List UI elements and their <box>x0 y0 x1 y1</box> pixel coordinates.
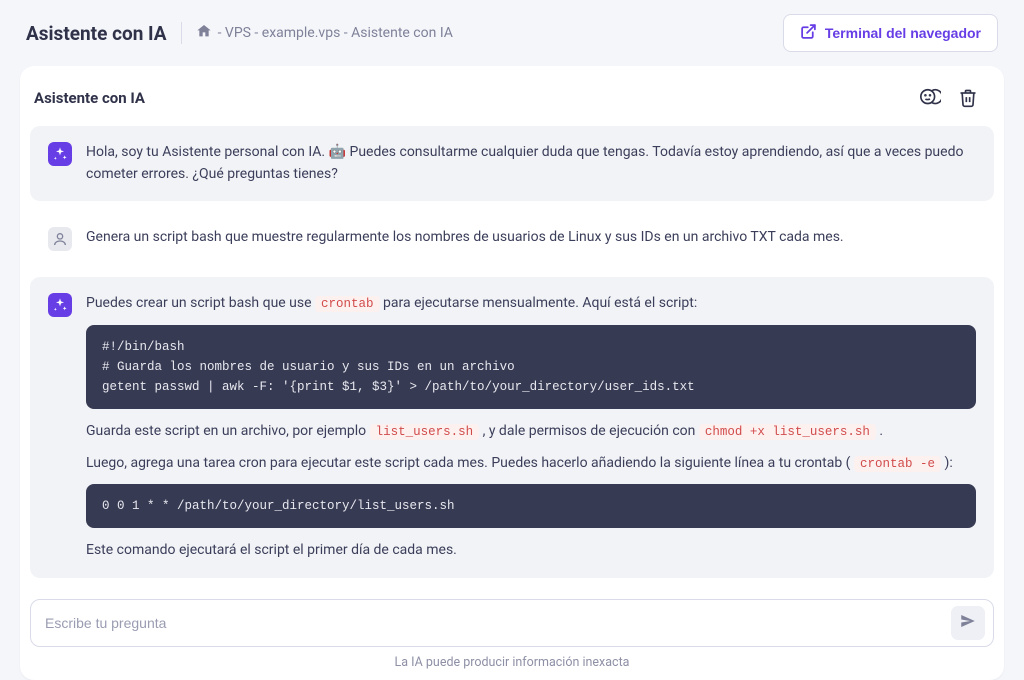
ai-reply-p2: Guarda este script en un archivo, por ej… <box>86 421 976 443</box>
prompt-input-row <box>30 599 994 647</box>
browser-terminal-button[interactable]: Terminal del navegador <box>783 14 998 52</box>
inline-code: chmod +x list_users.sh <box>699 424 876 440</box>
breadcrumb-text: - VPS - example.vps - Asistente con IA <box>218 25 453 41</box>
disclaimer-text: La IA puede producir información inexact… <box>30 647 994 670</box>
external-link-icon <box>800 23 817 43</box>
inline-code: crontab <box>315 296 380 312</box>
code-block: 0 0 1 * * /path/to/your_directory/list_u… <box>86 484 976 528</box>
user-prompt-text: Genera un script bash que muestre regula… <box>86 227 976 249</box>
divider <box>181 22 182 44</box>
prompt-input[interactable] <box>45 615 951 631</box>
ai-reply-p3: Luego, agrega una tarea cron para ejecut… <box>86 453 976 475</box>
breadcrumb[interactable]: - VPS - example.vps - Asistente con IA <box>196 23 453 43</box>
send-button[interactable] <box>951 606 985 640</box>
feedback-reaction-button[interactable] <box>916 84 944 112</box>
page-title: Asistente con IA <box>26 22 167 45</box>
card-title: Asistente con IA <box>34 89 145 107</box>
browser-terminal-label: Terminal del navegador <box>825 25 981 41</box>
delete-conversation-button[interactable] <box>954 84 982 112</box>
ai-avatar-icon <box>48 293 72 317</box>
inline-code: crontab -e <box>854 456 941 472</box>
code-block: #!/bin/bash # Guarda los nombres de usua… <box>86 325 976 409</box>
ai-message: Puedes crear un script bash que use cron… <box>30 277 994 578</box>
send-icon <box>959 612 977 634</box>
ai-message: Hola, soy tu Asistente personal con IA. … <box>30 126 994 201</box>
ai-reply-p1: Puedes crear un script bash que use cron… <box>86 293 976 315</box>
ai-reply-p4: Este comando ejecutará el script el prim… <box>86 540 976 562</box>
messages-container: Hola, soy tu Asistente personal con IA. … <box>20 126 1004 599</box>
ai-intro-text: Hola, soy tu Asistente personal con IA. … <box>86 142 976 185</box>
ai-avatar-icon <box>48 142 72 166</box>
home-icon[interactable] <box>196 23 212 43</box>
user-avatar-icon <box>48 227 72 251</box>
inline-code: list_users.sh <box>370 424 480 440</box>
user-message: Genera un script bash que muestre regula… <box>30 211 994 267</box>
